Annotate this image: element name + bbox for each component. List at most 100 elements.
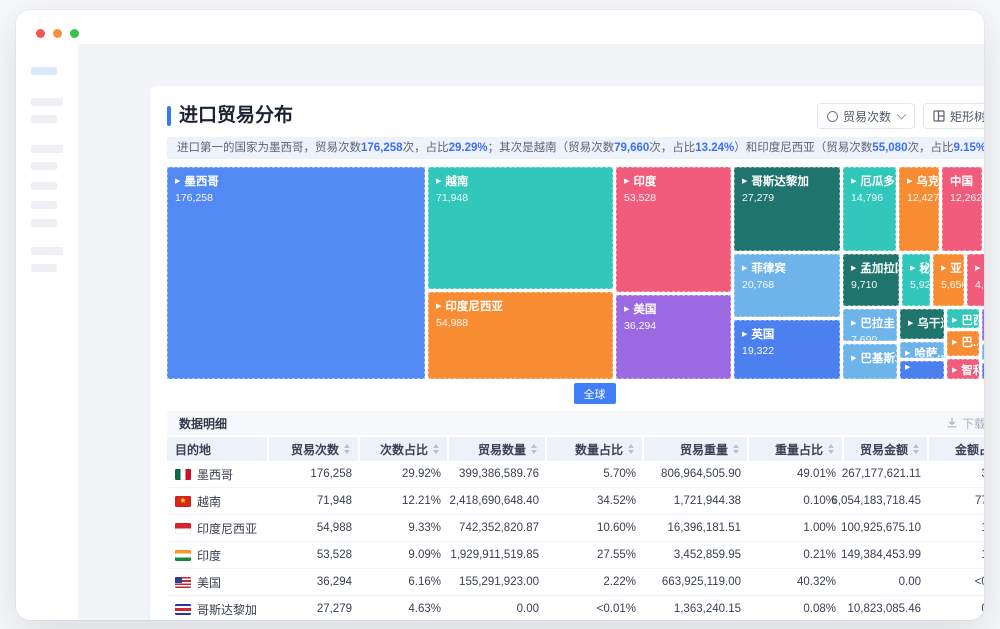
- column-header-quantity-share[interactable]: 数量占比: [547, 437, 644, 461]
- treemap-tile-uganda[interactable]: ▶乌干达: [900, 309, 944, 339]
- sidebar-item[interactable]: [31, 162, 57, 170]
- treemap-tile-pakistan[interactable]: ▶巴基斯坦: [843, 344, 897, 379]
- column-header-trade-amount[interactable]: 贸易金额: [844, 437, 929, 461]
- drilldown-arrow-icon: ▶: [952, 367, 957, 374]
- treemap-tile-ba-trunc[interactable]: ▶巴...: [947, 331, 979, 356]
- summary-fragment: 次，占比: [907, 142, 953, 154]
- table-row[interactable]: 印度尼西亚54,9889.33%742,352,820.8710.60%16,3…: [167, 515, 984, 542]
- global-scope-button[interactable]: 全球: [574, 383, 616, 404]
- column-header-count-share[interactable]: 次数占比: [360, 437, 449, 461]
- column-header-amount-share[interactable]: 金额占比: [929, 437, 984, 461]
- column-header-trade-weight[interactable]: 贸易重量: [644, 437, 749, 461]
- treemap-tile-paraguay[interactable]: ▶巴拉圭7,690: [843, 309, 897, 341]
- tile-label: ▶智利: [952, 362, 974, 378]
- value-cell-trade-count: 176,258: [269, 468, 360, 480]
- treemap-tile-chile[interactable]: ▶智利: [947, 359, 979, 379]
- treemap-tile-small-25[interactable]: ▶2,5: [982, 309, 984, 341]
- sidebar-item[interactable]: [31, 145, 63, 153]
- value-cell-quantity-share: <0.01%: [547, 603, 644, 615]
- download-icon: [946, 417, 958, 429]
- tile-name: 乌干达: [917, 315, 944, 331]
- tile-name: 印度尼西亚: [445, 298, 503, 314]
- sidebar-item[interactable]: [31, 219, 57, 227]
- treemap-tile-usa[interactable]: ▶美国36,294: [616, 295, 731, 379]
- table-section-title: 数据明细: [179, 415, 227, 432]
- value-cell-trade-weight: 806,964,505.90: [644, 468, 749, 480]
- tile-value: 5,924: [910, 279, 922, 291]
- column-header-trade-count[interactable]: 贸易次数: [269, 437, 360, 461]
- treemap-tile-uk[interactable]: ▶英国19,322: [734, 320, 840, 379]
- value-cell-trade-weight: 16,396,181.51: [644, 522, 749, 534]
- chart-type-dropdown-label: 矩形树图: [950, 108, 984, 125]
- treemap-icon: [933, 110, 945, 122]
- treemap-tile-ecuador[interactable]: ▶厄瓜多尔14,796: [843, 167, 896, 251]
- chart-type-dropdown[interactable]: 矩形树图: [923, 103, 984, 129]
- treemap-tile-small-1[interactable]: ▶: [900, 361, 944, 379]
- value-cell-quantity-share: 2.22%: [547, 576, 644, 588]
- summary-text: 进口第一的国家为墨西哥，贸易次数176,258次，占比29.29%；其次是越南（…: [167, 137, 984, 159]
- table-row[interactable]: 墨西哥176,25829.92%399,386,589.765.70%806,9…: [167, 461, 984, 488]
- drilldown-arrow-icon: ▶: [905, 364, 910, 371]
- tile-value: 20,768: [742, 279, 832, 291]
- sort-icon[interactable]: [344, 444, 350, 454]
- destination-name: 印度: [197, 547, 221, 564]
- treemap-tile-peru[interactable]: ▶秘鲁5,924: [902, 254, 930, 306]
- sidebar-item-selected[interactable]: [31, 67, 57, 75]
- table-header-row: 目的地 贸易次数次数占比贸易数量数量占比贸易重量重量占比贸易金额金额占比: [167, 437, 984, 461]
- sort-icon[interactable]: [433, 444, 439, 454]
- sort-icon[interactable]: [733, 444, 739, 454]
- treemap-tile-indonesia[interactable]: ▶印度尼西亚54,988: [428, 292, 613, 379]
- table-body: 墨西哥176,25829.92%399,386,589.765.70%806,9…: [167, 461, 984, 620]
- treemap-tile-ken-trunc[interactable]: ▶肯4,836: [967, 254, 984, 306]
- sort-icon[interactable]: [828, 444, 834, 454]
- value-cell-trade-quantity: 399,386,589.76: [449, 468, 547, 480]
- sidebar-item[interactable]: [31, 247, 63, 255]
- treemap: ▶墨西哥176,258▶越南71,948▶印度尼西亚54,988▶印度53,52…: [167, 167, 984, 379]
- close-window-button[interactable]: [36, 29, 45, 38]
- treemap-tile-small-a[interactable]: [982, 344, 984, 360]
- tile-value: 14,796: [851, 192, 888, 204]
- table-row[interactable]: 哥斯达黎加27,2794.63%0.00<0.01%1,363,240.150.…: [167, 596, 984, 620]
- sidebar-item[interactable]: [31, 264, 57, 272]
- table-row[interactable]: 越南71,94812.21%2,418,690,648.4034.52%1,72…: [167, 488, 984, 515]
- treemap-tile-costa-rica[interactable]: ▶哥斯达黎加27,279: [734, 167, 840, 251]
- sort-icon[interactable]: [628, 444, 634, 454]
- treemap-tile-china[interactable]: 中国12,262: [942, 167, 982, 251]
- treemap-tile-small-c[interactable]: ▶: [982, 363, 984, 379]
- sidebar-item[interactable]: [31, 182, 57, 190]
- table-row[interactable]: 印度53,5289.09%1,929,911,519.8527.55%3,452…: [167, 542, 984, 569]
- sort-icon[interactable]: [531, 444, 537, 454]
- minimize-window-button[interactable]: [53, 29, 62, 38]
- sidebar-item[interactable]: [31, 201, 57, 209]
- download-data-button[interactable]: 下载数据: [946, 415, 984, 432]
- tile-name: 英国: [751, 326, 774, 342]
- metric-dropdown[interactable]: 贸易次数: [817, 103, 915, 129]
- value-cell-amount-share: 1.30%: [929, 522, 984, 534]
- value-cell-weight-share: 49.01%: [749, 468, 844, 480]
- sidebar-item[interactable]: [31, 98, 63, 106]
- destination-cell: 越南: [167, 493, 269, 510]
- column-header-trade-quantity[interactable]: 贸易数量: [449, 437, 547, 461]
- table-row[interactable]: 美国36,2946.16%155,291,923.002.22%663,925,…: [167, 569, 984, 596]
- treemap-tile-ukraine[interactable]: ▶乌克兰12,427: [899, 167, 939, 251]
- treemap-tile-philippines[interactable]: ▶菲律宾20,768: [734, 254, 840, 317]
- treemap-tile-mexico[interactable]: ▶墨西哥176,258: [167, 167, 425, 379]
- column-header-weight-share[interactable]: 重量占比: [749, 437, 844, 461]
- drilldown-arrow-icon: ▶: [907, 178, 912, 185]
- treemap-tile-bangladesh[interactable]: ▶孟加拉国9,710: [843, 254, 899, 306]
- treemap-tile-kazakh-trunc[interactable]: ▶哈萨...: [900, 342, 944, 358]
- tile-label: ▶亚: [941, 260, 956, 276]
- treemap-tile-brazil[interactable]: ▶巴西: [947, 309, 979, 328]
- treemap-tile-india[interactable]: ▶印度53,528: [616, 167, 731, 292]
- drilldown-arrow-icon: ▶: [851, 355, 856, 362]
- tile-label: ▶肯: [975, 260, 984, 276]
- treemap-tile-ya-trunc[interactable]: ▶亚5,650: [933, 254, 964, 306]
- treemap-tile-vietnam[interactable]: ▶越南71,948: [428, 167, 613, 289]
- column-label: 目的地: [175, 441, 211, 458]
- sort-icon[interactable]: [913, 444, 919, 454]
- maximize-window-button[interactable]: [70, 29, 79, 38]
- value-cell-trade-count: 27,279: [269, 603, 360, 615]
- summary-fragment: ；其次是越南（贸易次数: [488, 142, 615, 154]
- value-cell-trade-quantity: 155,291,923.00: [449, 576, 547, 588]
- sidebar-item[interactable]: [31, 115, 57, 123]
